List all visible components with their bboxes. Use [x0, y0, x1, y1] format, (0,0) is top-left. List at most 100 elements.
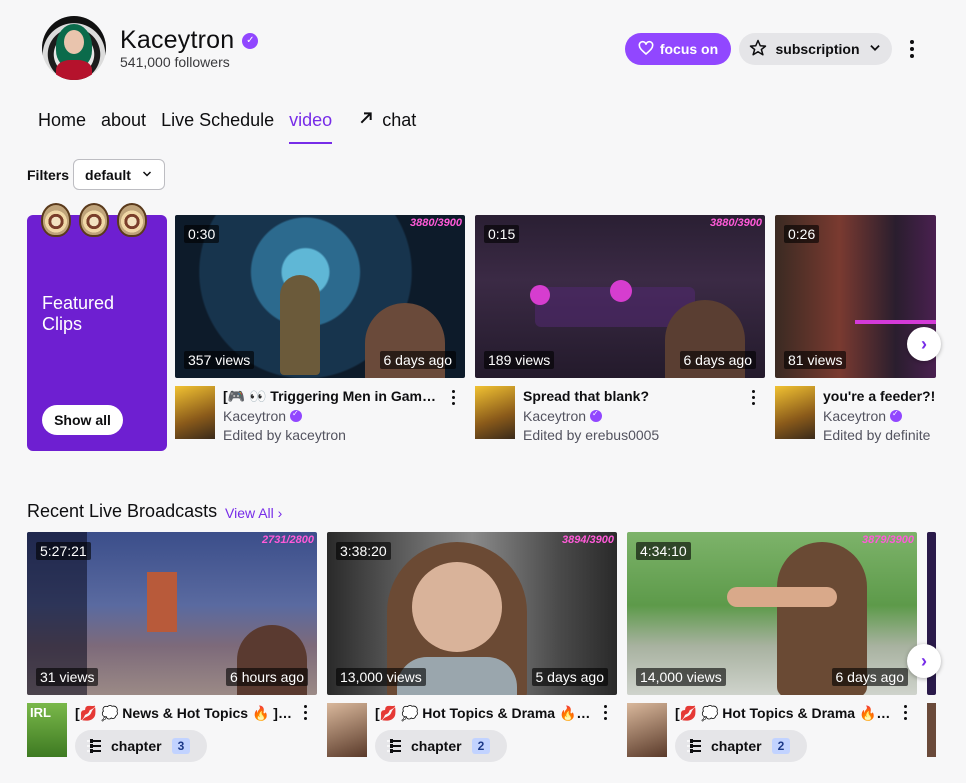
- game-boxart[interactable]: [775, 386, 815, 439]
- follow-label: focus on: [659, 41, 719, 57]
- clips-next-button[interactable]: ›: [907, 327, 941, 361]
- tab-home[interactable]: Home: [38, 110, 86, 144]
- broadcast-more-button[interactable]: [899, 703, 911, 721]
- kebab-icon: [451, 389, 455, 405]
- clip-duration: 0:26: [784, 225, 820, 243]
- broadcast-title[interactable]: [💋 💭 Hot Topics & Drama 🔥 ]...: [375, 705, 593, 722]
- broadcast-score: 3879/3900: [862, 534, 914, 546]
- clip-thumbnail[interactable]: 3880/3900 0:15 189 views 6 days ago: [475, 215, 765, 378]
- broadcast-more-button[interactable]: [299, 703, 311, 721]
- channel-avatar[interactable]: [42, 16, 106, 80]
- broadcasts-next-button[interactable]: ›: [907, 644, 941, 678]
- clip-age: 6 days ago: [679, 351, 756, 369]
- broadcast-duration: 5:27:21: [36, 542, 91, 560]
- broadcast-age: 6 hours ago: [226, 668, 308, 686]
- filters-value: default: [85, 166, 131, 183]
- broadcast-duration: 4:34:10: [636, 542, 691, 560]
- chapters-button[interactable]: chapter 3: [75, 730, 207, 762]
- broadcast-duration: 3:38:20: [336, 542, 391, 560]
- list-icon: [87, 739, 101, 753]
- broadcast-score: 3894/3900: [562, 534, 614, 546]
- emote-icon: [117, 203, 147, 237]
- clip-score: 3880/3900: [710, 217, 762, 229]
- kebab-icon: [751, 389, 755, 405]
- clip-thumbnail[interactable]: 3880/3900 0:30 357 views 6 days ago: [175, 215, 465, 378]
- tab-chat[interactable]: chat: [358, 110, 416, 144]
- clip-channel-name: Kaceytron: [223, 408, 287, 424]
- category-boxart[interactable]: [627, 703, 667, 757]
- game-boxart[interactable]: [475, 386, 515, 439]
- category-boxart[interactable]: [327, 703, 367, 757]
- broadcast-title[interactable]: [💋 💭 Hot Topics & Drama 🔥 ]...: [675, 705, 893, 722]
- chapter-count: 2: [771, 738, 791, 754]
- category-boxart[interactable]: IRL: [27, 703, 67, 757]
- clip-age: 6 days ago: [379, 351, 456, 369]
- clip-score: 3880/3900: [410, 217, 462, 229]
- clip-title[interactable]: [🎮 👀 Triggering Men in Game...: [223, 388, 441, 405]
- filters-dropdown[interactable]: default: [73, 159, 165, 190]
- tab-chat-label: chat: [382, 110, 417, 130]
- broadcast-thumbnail[interactable]: 3894/3900 3:38:20 13,000 views 5 days ag…: [327, 532, 617, 695]
- featured-clips-panel: Featured Clips Show all: [27, 215, 167, 451]
- clip-views: 357 views: [184, 351, 255, 369]
- broadcast-thumbnail[interactable]: 3879/3900 4:34:10 14,000 views 6 days ag…: [627, 532, 917, 695]
- subscription-label: subscription: [775, 41, 860, 57]
- channel-name-text[interactable]: Kaceytron: [120, 26, 234, 55]
- chapter-count: 2: [471, 738, 491, 754]
- chapter-label: chapter: [111, 738, 162, 754]
- chevron-right-icon: ›: [921, 333, 927, 354]
- filters-label: Filters: [27, 167, 70, 183]
- broadcast-thumbnail[interactable]: 2731/2800 5:27:21 31 views 6 hours ago: [27, 532, 317, 695]
- subscription-button[interactable]: subscription: [739, 33, 892, 65]
- channel-name[interactable]: Kaceytron ✓: [120, 26, 259, 55]
- chapter-label: chapter: [411, 738, 462, 754]
- chevron-down-icon: [868, 41, 882, 58]
- kebab-icon: [903, 704, 907, 720]
- broadcast-views: 31 views: [36, 668, 99, 686]
- broadcast-age: 5 days ago: [531, 668, 608, 686]
- emote-icon: [41, 203, 71, 237]
- chapter-label: chapter: [711, 738, 762, 754]
- kebab-icon: [910, 40, 914, 58]
- clip-editor: Edited by kaceytron: [223, 427, 346, 443]
- tab-about[interactable]: about: [101, 110, 146, 144]
- chapters-button[interactable]: chapter 2: [375, 730, 507, 762]
- emote-icon: [79, 203, 109, 237]
- more-options-button[interactable]: [900, 33, 924, 65]
- broadcast-score: 2731/2800: [262, 534, 314, 546]
- follower-count: 541,000 followers: [120, 54, 230, 70]
- clip-more-button[interactable]: [447, 388, 459, 406]
- follow-button[interactable]: focus on: [625, 33, 731, 65]
- clip-editor: Edited by erebus0005: [523, 427, 660, 443]
- broadcast-title[interactable]: [💋 💭 News & Hot Topics 🔥 ][...: [75, 705, 293, 722]
- clip-views: 81 views: [784, 351, 847, 369]
- verified-icon: ✓: [242, 32, 259, 49]
- clip-channel[interactable]: Kaceytron: [523, 408, 603, 424]
- chevron-down-icon: [141, 167, 153, 183]
- list-icon: [687, 739, 701, 753]
- view-all-link[interactable]: View All ›: [225, 505, 282, 521]
- recent-broadcasts-title: Recent Live Broadcasts: [27, 501, 218, 521]
- show-all-button[interactable]: Show all: [42, 405, 123, 435]
- broadcast-more-button[interactable]: [599, 703, 611, 721]
- clip-more-button[interactable]: [747, 388, 759, 406]
- clip-title[interactable]: you're a feeder?!: [823, 388, 936, 404]
- clip-channel[interactable]: Kaceytron: [823, 408, 903, 424]
- broadcast-age: 6 days ago: [831, 668, 908, 686]
- clip-duration: 0:15: [484, 225, 520, 243]
- category-label: IRL: [30, 705, 51, 720]
- featured-title: Featured Clips: [42, 293, 115, 334]
- clip-views: 189 views: [484, 351, 555, 369]
- clip-title[interactable]: Spread that blank?: [523, 388, 741, 404]
- kebab-icon: [303, 704, 307, 720]
- channel-tabs: Home about Live Schedule video chat: [38, 110, 431, 144]
- tab-schedule[interactable]: Live Schedule: [161, 110, 274, 144]
- verified-icon: [290, 409, 303, 422]
- chapters-button[interactable]: chapter 2: [675, 730, 807, 762]
- game-boxart[interactable]: [175, 386, 215, 439]
- tab-videos[interactable]: video: [289, 110, 333, 144]
- clip-channel-name: Kaceytron: [523, 408, 587, 424]
- category-boxart[interactable]: [927, 703, 936, 757]
- clip-channel[interactable]: Kaceytron: [223, 408, 303, 424]
- verified-icon: [890, 409, 903, 422]
